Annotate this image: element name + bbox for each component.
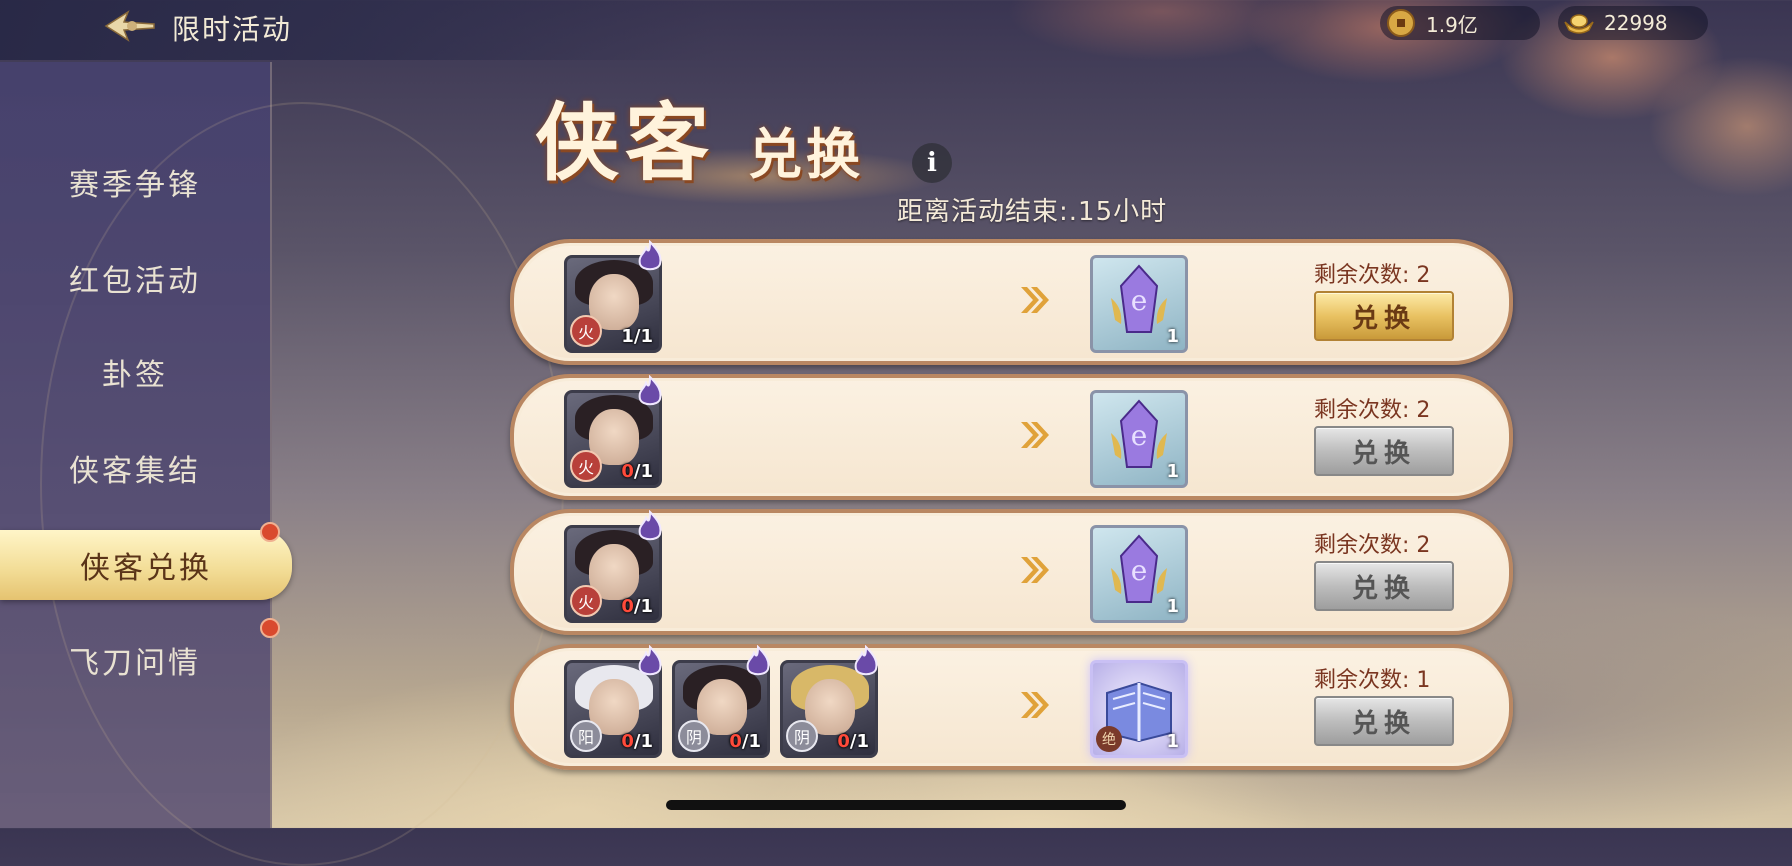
exchange-button[interactable]: 兑换 <box>1314 561 1454 611</box>
reward-item[interactable]: e 1 <box>1090 390 1188 488</box>
sidebar-item-fortune[interactable]: 卦签 <box>0 332 270 412</box>
exchange-button[interactable]: 兑换 <box>1314 291 1454 341</box>
sidebar-item-red-packet[interactable]: 红包活动 <box>0 238 270 318</box>
gold-ingot-icon <box>1562 6 1596 40</box>
countdown-text: 距离活动结束:.15小时 <box>897 197 1168 227</box>
svg-text:e: e <box>1131 554 1148 587</box>
sidebar-item-season[interactable]: 赛季争锋 <box>0 142 270 222</box>
rarity-badge: 绝 <box>1096 726 1122 752</box>
double-arrow-icon <box>1021 557 1049 583</box>
purple-flame-icon <box>638 240 662 271</box>
sidebar-item-hero-exchange[interactable]: 侠客兑换 <box>0 530 292 600</box>
page-title: 限时活动 <box>172 13 293 46</box>
purple-flame-icon <box>854 645 878 676</box>
reward-quantity: 1 <box>1166 461 1179 482</box>
purple-flame-icon <box>638 645 662 676</box>
gold-ingot-display[interactable]: 22998 <box>1558 6 1708 40</box>
element-badge: 火 <box>570 450 602 482</box>
element-badge: 阴 <box>786 720 818 752</box>
hero-count: 0/1 <box>621 731 653 752</box>
element-badge: 火 <box>570 315 602 347</box>
info-button[interactable]: i <box>912 143 952 183</box>
reward-quantity: 1 <box>1166 731 1179 752</box>
exchange-row: 火 0/1 e 1 剩余次数: 2 兑换 <box>510 374 1513 500</box>
svg-text:e: e <box>1131 419 1148 452</box>
reward-quantity: 1 <box>1166 326 1179 347</box>
element-badge: 火 <box>570 585 602 617</box>
svg-text:e: e <box>1131 284 1148 317</box>
remaining-count: 剩余次数: 2 <box>1314 533 1431 558</box>
reward-quantity: 1 <box>1166 596 1179 617</box>
hero-count: 1/1 <box>621 326 653 347</box>
purple-flame-icon <box>746 645 770 676</box>
hero-count: 0/1 <box>621 461 653 482</box>
copper-coin-amount: 1.9亿 <box>1426 12 1478 37</box>
hero-count: 0/1 <box>621 596 653 617</box>
gold-ingot-amount: 22998 <box>1604 11 1668 35</box>
notification-dot <box>260 618 280 638</box>
copper-coin-icon <box>1384 6 1418 40</box>
exchange-button[interactable]: 兑换 <box>1314 426 1454 476</box>
double-arrow-icon <box>1021 692 1049 718</box>
back-button[interactable] <box>100 4 158 48</box>
exchange-row: 火 1/1 e 1 剩余次数: 2 兑换 <box>510 239 1513 365</box>
remaining-count: 剩余次数: 1 <box>1314 668 1431 693</box>
activity-title-sub: 兑换 <box>748 122 864 186</box>
sidebar-item-flying-knife[interactable]: 飞刀问情 <box>0 620 270 700</box>
notification-dot <box>260 522 280 542</box>
element-badge: 阳 <box>570 720 602 752</box>
hero-count: 0/1 <box>837 731 869 752</box>
copper-coin-display[interactable]: 1.9亿 <box>1380 6 1540 40</box>
sidebar-item-hero-gather[interactable]: 侠客集结 <box>0 428 270 508</box>
exchange-row: 阳 0/1 阴 0/1 阴 0/1 绝 1 剩余次数: 1 兑换 <box>510 644 1513 770</box>
reward-item[interactable]: e 1 <box>1090 255 1188 353</box>
top-bar: 限时活动 1.9亿 22998 <box>0 0 1792 60</box>
activity-title-main: 侠客 <box>535 93 716 192</box>
reward-item[interactable]: 绝 1 <box>1090 660 1188 758</box>
exchange-row: 火 0/1 e 1 剩余次数: 2 兑换 <box>510 509 1513 635</box>
back-arrow-icon <box>104 10 155 42</box>
element-badge: 阴 <box>678 720 710 752</box>
double-arrow-icon <box>1021 422 1049 448</box>
double-arrow-icon <box>1021 287 1049 313</box>
reward-item[interactable]: e 1 <box>1090 525 1188 623</box>
hero-count: 0/1 <box>729 731 761 752</box>
activity-sidebar: 赛季争锋 红包活动 卦签 侠客集结 侠客兑换 飞刀问情 <box>0 62 564 866</box>
purple-flame-icon <box>638 375 662 406</box>
exchange-button[interactable]: 兑换 <box>1314 696 1454 746</box>
remaining-count: 剩余次数: 2 <box>1314 398 1431 423</box>
remaining-count: 剩余次数: 2 <box>1314 263 1431 288</box>
purple-flame-icon <box>638 510 662 541</box>
home-indicator[interactable] <box>666 800 1126 810</box>
